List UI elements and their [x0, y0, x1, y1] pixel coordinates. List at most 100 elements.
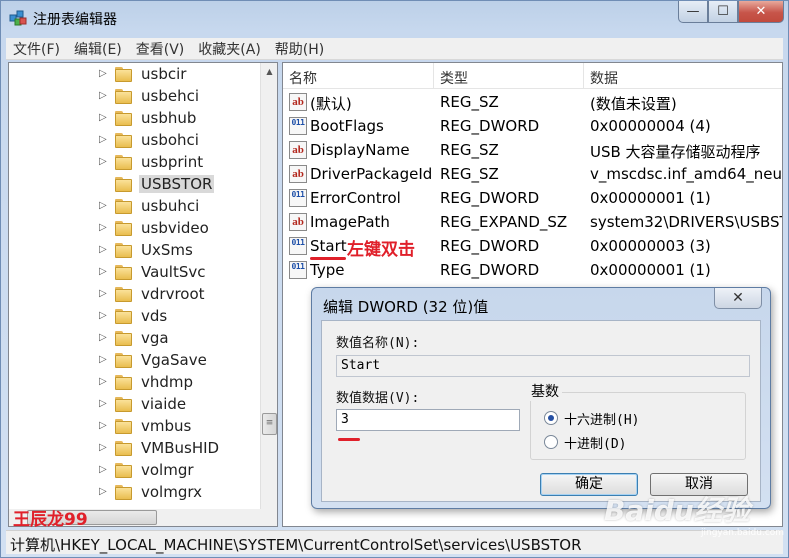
hex-radio-label[interactable]: 十六进制(H)	[564, 409, 639, 428]
tree-item[interactable]: ▷ vmbus	[9, 416, 259, 438]
value-data: 0x00000001 (1)	[590, 261, 711, 279]
value-type: REG_DWORD	[440, 117, 540, 135]
expand-arrow-icon[interactable]: ▷	[99, 288, 107, 299]
tree-item[interactable]: ▷ vga	[9, 328, 259, 350]
tree-item[interactable]: ▷ usbvideo	[9, 218, 259, 240]
column-divider[interactable]	[433, 63, 434, 89]
menu-bar: 文件(F) 编辑(E) 查看(V) 收藏夹(A) 帮助(H)	[6, 38, 783, 60]
expand-arrow-icon[interactable]: ▷	[99, 266, 107, 277]
expand-arrow-icon[interactable]: ▷	[99, 332, 107, 343]
menu-favorites[interactable]: 收藏夹(A)	[191, 39, 268, 59]
value-data-input[interactable]: 3	[336, 409, 520, 431]
minimize-button[interactable]: —	[678, 1, 708, 23]
tree-item[interactable]: ▷ UxSms	[9, 240, 259, 262]
tree-item[interactable]: ▷ usbhub	[9, 108, 259, 130]
folder-icon	[115, 330, 132, 346]
scroll-up-arrow-icon[interactable]: ▲	[261, 63, 277, 80]
column-header-data[interactable]: 数据	[590, 68, 618, 88]
folder-icon	[115, 242, 132, 258]
expand-arrow-icon[interactable]: ▷	[99, 464, 107, 475]
tree-item-label: VgaSave	[141, 351, 207, 369]
expand-arrow-icon[interactable]: ▷	[99, 486, 107, 497]
tree-item-label: UxSms	[141, 241, 193, 259]
folder-icon	[115, 264, 132, 280]
menu-view[interactable]: 查看(V)	[129, 39, 192, 59]
tree-item[interactable]: ▷ usbcir	[9, 64, 259, 86]
menu-help[interactable]: 帮助(H)	[268, 39, 331, 59]
expand-arrow-icon[interactable]: ▷	[99, 90, 107, 101]
tree-item-label: usbcir	[141, 65, 187, 83]
value-row[interactable]: 011 Type REG_DWORD 0x00000001 (1)	[283, 258, 782, 282]
tree-vertical-scrollbar[interactable]: ▲ ≡ ▼	[260, 63, 277, 526]
folder-icon	[115, 66, 132, 82]
value-row[interactable]: 011 ErrorControl REG_DWORD 0x00000001 (1)	[283, 186, 782, 210]
expand-arrow-icon[interactable]: ▷	[99, 112, 107, 123]
menu-edit[interactable]: 编辑(E)	[67, 39, 129, 59]
value-row[interactable]: ab DisplayName REG_SZ USB 大容量存储驱动程序	[283, 138, 782, 162]
expand-arrow-icon[interactable]: ▷	[99, 200, 107, 211]
key-tree-pane[interactable]: ▷ usbcir ▷ usbehci ▷ usbhub ▷ usbohci ▷ usbprint U…	[8, 62, 278, 527]
tree-item-label: usbohci	[141, 131, 199, 149]
tree-item[interactable]: ▷ usbprint	[9, 152, 259, 174]
tree-item[interactable]: ▷ usbehci	[9, 86, 259, 108]
close-button[interactable]: ✕	[738, 1, 784, 23]
tree-item-label: VMBusHID	[141, 439, 220, 457]
tree-item[interactable]: ▷ VMBusHID	[9, 438, 259, 460]
value-type: REG_DWORD	[440, 189, 540, 207]
tree-item[interactable]: ▷ viaide	[9, 394, 259, 416]
tree-item-label: vhdmp	[141, 373, 194, 391]
expand-arrow-icon[interactable]: ▷	[99, 376, 107, 387]
expand-arrow-icon[interactable]: ▷	[99, 244, 107, 255]
dec-radio-label[interactable]: 十进制(D)	[564, 433, 626, 452]
value-row[interactable]: ab ImagePath REG_EXPAND_SZ system32\DRIVERS…	[283, 210, 782, 234]
expand-arrow-icon[interactable]: ▷	[99, 156, 107, 167]
column-header-type[interactable]: 类型	[440, 68, 468, 88]
expand-arrow-icon[interactable]: ▷	[99, 68, 107, 79]
tree-item[interactable]: USBSTOR	[9, 174, 259, 196]
tree-item[interactable]: ▷ vds	[9, 306, 259, 328]
expand-arrow-icon[interactable]: ▷	[99, 134, 107, 145]
column-divider[interactable]	[583, 63, 584, 89]
tree-item[interactable]: ▷ usbohci	[9, 130, 259, 152]
menu-file[interactable]: 文件(F)	[6, 39, 67, 59]
tree-item[interactable]: ▷ volmgr	[9, 460, 259, 482]
value-row[interactable]: 011 BootFlags REG_DWORD 0x00000004 (4)	[283, 114, 782, 138]
tree-item[interactable]: ▷ volmgrx	[9, 482, 259, 504]
tree-item[interactable]: ▷ VaultSvc	[9, 262, 259, 284]
value-type: REG_SZ	[440, 93, 499, 111]
binary-value-icon: 011	[289, 237, 307, 255]
dialog-close-button[interactable]: ✕	[714, 288, 762, 309]
binary-value-icon: 011	[289, 261, 307, 279]
value-underline-mark	[338, 438, 360, 441]
column-header-name[interactable]: 名称	[289, 68, 317, 88]
maximize-button[interactable]: ☐	[708, 1, 738, 23]
expand-arrow-icon[interactable]: ▷	[99, 310, 107, 321]
tree-item[interactable]: ▷ vdrvroot	[9, 284, 259, 306]
expand-arrow-icon[interactable]: ▷	[99, 398, 107, 409]
expand-arrow-icon[interactable]: ▷	[99, 420, 107, 431]
value-data: (数值未设置)	[590, 95, 677, 113]
value-data: 0x00000001 (1)	[590, 189, 711, 207]
dec-radio[interactable]	[544, 435, 558, 449]
tree-item[interactable]: ▷ vhdmp	[9, 372, 259, 394]
value-name: DriverPackageId	[310, 165, 433, 183]
string-value-icon: ab	[289, 141, 307, 159]
value-row[interactable]: ab DriverPackageId REG_SZ v_mscdsc.inf_amd6…	[283, 162, 782, 186]
window-controls: — ☐ ✕	[678, 1, 784, 23]
string-value-icon: ab	[289, 93, 307, 111]
tree-item-label: vmbus	[141, 417, 192, 435]
tree-item-label: usbhub	[141, 109, 197, 127]
dialog-body: 数值名称(N): Start 数值数据(V): 3 基数 十六进制(H) 十进制…	[321, 320, 761, 502]
folder-icon	[115, 352, 132, 368]
title-bar[interactable]: 注册表编辑器 — ☐ ✕	[1, 1, 788, 35]
expand-arrow-icon[interactable]: ▷	[99, 222, 107, 233]
expand-arrow-icon[interactable]: ▷	[99, 354, 107, 365]
folder-icon	[115, 132, 132, 148]
tree-item[interactable]: ▷ VgaSave	[9, 350, 259, 372]
scroll-thumb[interactable]: ≡	[262, 413, 277, 435]
value-row[interactable]: ab (默认) REG_SZ (数值未设置)	[283, 90, 782, 114]
tree-item[interactable]: ▷ usbuhci	[9, 196, 259, 218]
value-data: USB 大容量存储驱动程序	[590, 143, 761, 161]
expand-arrow-icon[interactable]: ▷	[99, 442, 107, 453]
hex-radio[interactable]	[544, 411, 558, 425]
